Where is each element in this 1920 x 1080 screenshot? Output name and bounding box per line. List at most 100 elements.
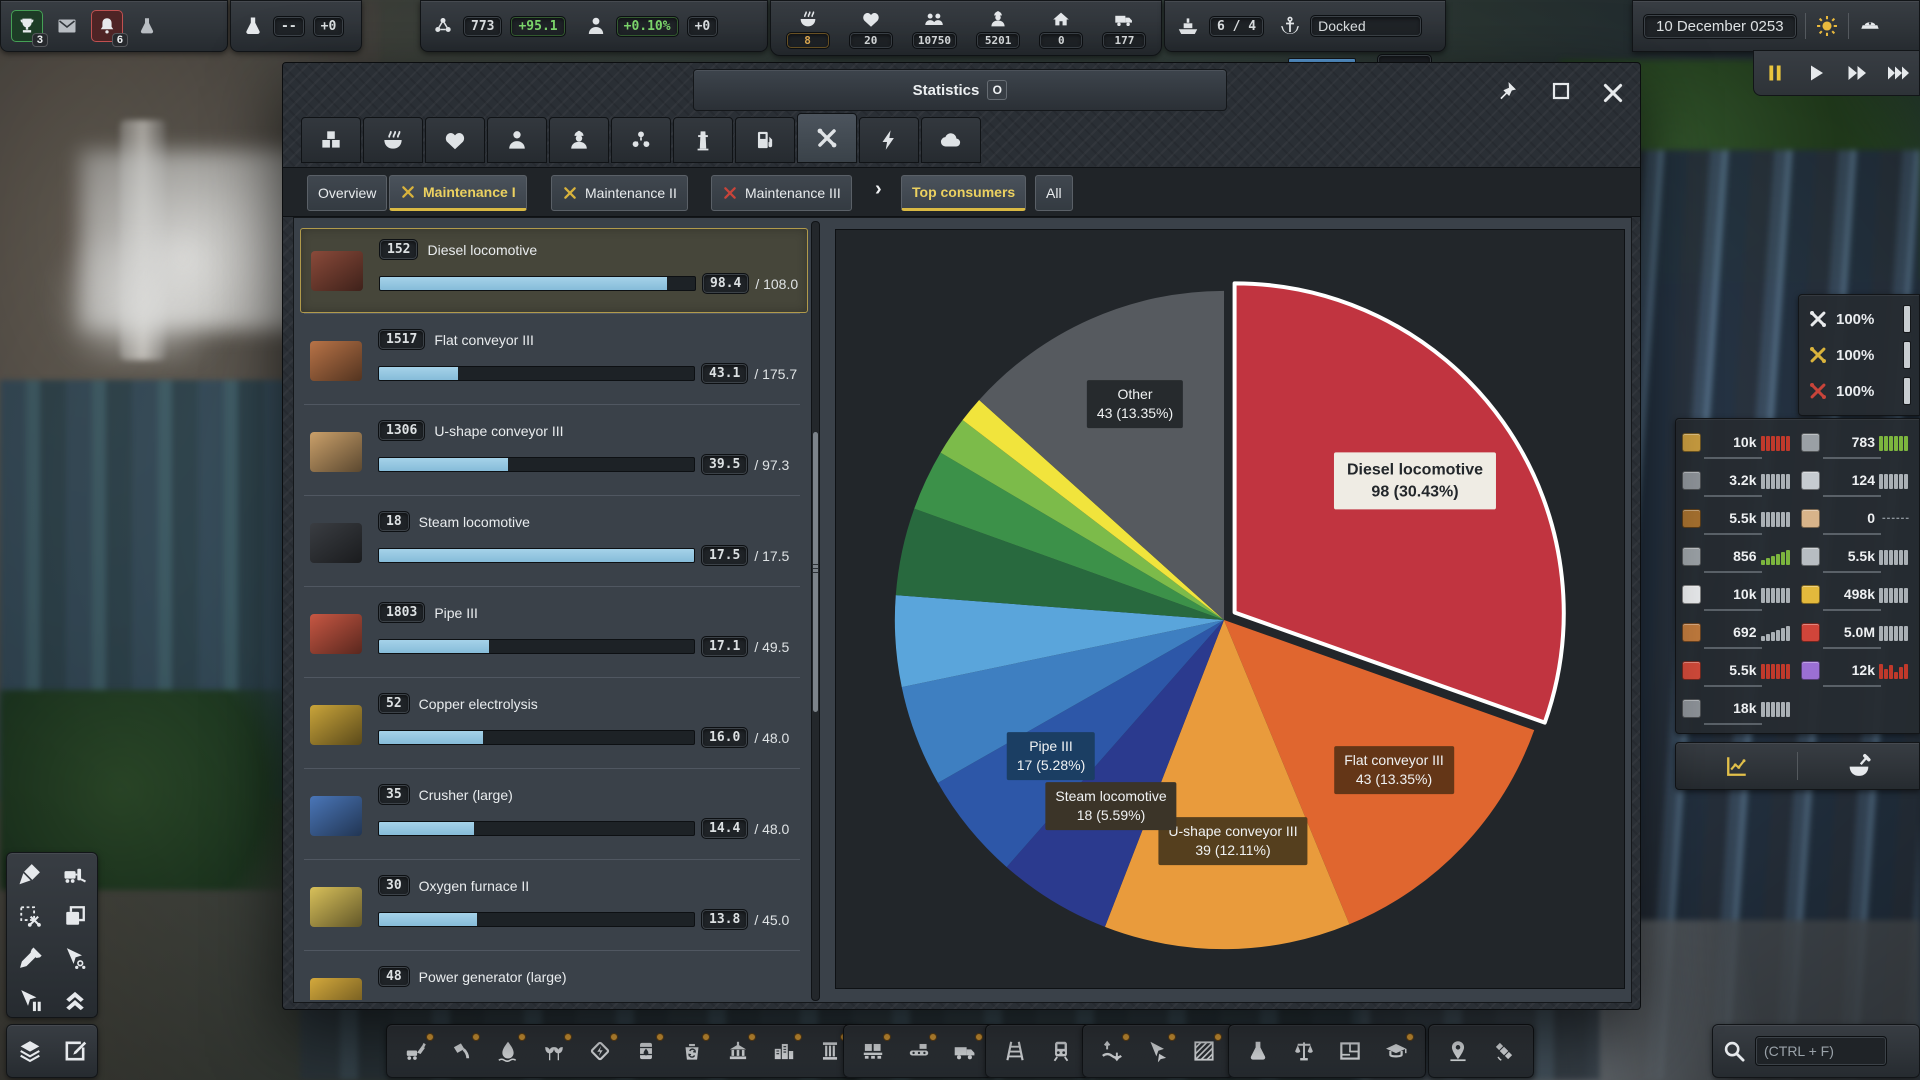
build-button-flask[interactable] [1237, 1030, 1279, 1072]
tool-cut[interactable] [9, 895, 51, 937]
subtab-overview[interactable]: Overview [307, 175, 387, 211]
build-button-blueprint[interactable] [1329, 1030, 1371, 1072]
stats-tab-boxes[interactable] [301, 117, 361, 163]
view-top-consumers[interactable]: Top consumers [901, 175, 1026, 211]
stats-graph-button[interactable] [1676, 743, 1797, 789]
game-date: 10 December 0253 [1643, 14, 1797, 39]
build-button-pallet[interactable] [852, 1030, 894, 1072]
tool-bulldozer[interactable] [54, 853, 96, 895]
build-button-harvester[interactable] [1137, 1030, 1179, 1072]
stats-tab-food[interactable] [363, 117, 423, 163]
tool-edit[interactable] [54, 1030, 96, 1072]
stats-tab-worker[interactable] [549, 117, 609, 163]
list-separator [304, 950, 800, 951]
research-quick-button[interactable] [131, 10, 163, 42]
stock-bars [1879, 586, 1913, 603]
build-button-conveyor[interactable] [898, 1030, 940, 1072]
build-button-water[interactable] [487, 1030, 529, 1072]
pipette-icon [16, 944, 44, 972]
list-scrollbar-thumb[interactable] [813, 432, 818, 712]
build-button-powerd[interactable] [579, 1030, 621, 1072]
pie-label-u-shape-conveyor-iii: U-shape conveyor III39 (12.11%) [1158, 817, 1307, 865]
pie-label-other: Other43 (13.35%) [1087, 380, 1183, 428]
harvester-icon [1145, 1038, 1171, 1064]
rails-icon [1002, 1038, 1028, 1064]
build-button-recycle[interactable] [671, 1030, 713, 1072]
stats-tab-person[interactable] [487, 117, 547, 163]
stats-tab-chimney[interactable] [673, 117, 733, 163]
consumer-row[interactable]: 48 Power generator (large) [300, 956, 808, 1000]
build-button-pour[interactable] [441, 1030, 483, 1072]
play-icon [1804, 61, 1828, 85]
resource-crane-white: 10k [1682, 575, 1795, 613]
tool-cursorpause[interactable] [9, 979, 51, 1021]
pallet-icon [860, 1038, 886, 1064]
build-button-crops[interactable] [533, 1030, 575, 1072]
stats-tab-health[interactable] [425, 117, 485, 163]
new-item-dot [518, 1033, 526, 1041]
tool-upgrade[interactable] [54, 979, 96, 1021]
list-scrollbar[interactable] [811, 221, 820, 1001]
view-all[interactable]: All [1035, 175, 1073, 211]
pause-button[interactable] [1759, 57, 1791, 89]
captain-hat-icon[interactable] [1857, 13, 1883, 39]
stats-tab-pollution[interactable] [611, 117, 671, 163]
stats-tab-fuel[interactable] [735, 117, 795, 163]
copper-planks-icon [1682, 623, 1701, 642]
consumer-row[interactable]: 1306 U-shape conveyor III 39.5 / 97.3 [300, 410, 808, 495]
build-button-excavator[interactable] [395, 1030, 437, 1072]
subtab-maintenance-2[interactable]: Maintenance II [551, 175, 688, 211]
blueprint-icon [1337, 1038, 1363, 1064]
consumer-row[interactable]: 152 Diesel locomotive 98.4 / 108.0 [300, 228, 808, 313]
build-button-cap[interactable] [1375, 1030, 1417, 1072]
tool-layers[interactable] [9, 1030, 51, 1072]
subtab-maintenance-1[interactable]: Maintenance I [389, 175, 527, 211]
resource-concrete-block: 5.5k [1801, 537, 1914, 575]
resource-value: 5.0M [1824, 624, 1876, 640]
consumer-row[interactable]: 1803 Pipe III 17.1 / 49.5 [300, 592, 808, 677]
play-button[interactable] [1800, 57, 1832, 89]
consumer-row[interactable]: 18 Steam locomotive 17.5 / 17.5 [300, 501, 808, 586]
build-button-truck[interactable] [944, 1030, 986, 1072]
recipes-button[interactable] [1798, 743, 1919, 789]
pin-window-button[interactable] [1495, 79, 1519, 103]
consumer-row[interactable]: 35 Crusher (large) 14.4 / 48.0 [300, 774, 808, 859]
bowl-whisk-icon [1845, 752, 1873, 780]
build-button-rails[interactable] [994, 1030, 1036, 1072]
stats-tab-tools[interactable] [797, 113, 857, 163]
maintenance-percent: 100% [1836, 383, 1896, 400]
stats-tab-power[interactable] [859, 117, 919, 163]
subtab-maintenance-3[interactable]: Maintenance III [711, 175, 852, 211]
objectives-button[interactable]: 3 [11, 10, 43, 42]
anchor-icon [1278, 14, 1302, 38]
build-button-train[interactable] [1040, 1030, 1082, 1072]
search-input[interactable] [1755, 1036, 1887, 1066]
build-button-city[interactable] [763, 1030, 805, 1072]
build-button-pattern[interactable] [1183, 1030, 1225, 1072]
tool-selectcfg[interactable] [54, 937, 96, 979]
stats-tab-weather[interactable] [921, 117, 981, 163]
messages-button[interactable] [51, 10, 83, 42]
tool-brush[interactable] [9, 853, 51, 895]
fastest-button[interactable] [1882, 57, 1914, 89]
build-button-satellite[interactable] [1483, 1030, 1525, 1072]
build-button-scales[interactable] [1283, 1030, 1325, 1072]
tool-copy[interactable] [54, 895, 96, 937]
consumer-row[interactable]: 30 Oxygen furnace II 13.8 / 45.0 [300, 865, 808, 950]
build-button-terrain[interactable] [1091, 1030, 1133, 1072]
build-button-barrel[interactable] [625, 1030, 667, 1072]
ship-status: Docked [1310, 15, 1422, 37]
consumer-row[interactable]: 1517 Flat conveyor III 43.1 / 175.7 [300, 319, 808, 404]
maximize-window-button[interactable] [1549, 79, 1573, 103]
tool-pipette[interactable] [9, 937, 51, 979]
close-window-button[interactable] [1599, 79, 1627, 107]
alerts-button[interactable]: 6 [91, 10, 123, 42]
build-button-mappin[interactable] [1437, 1030, 1479, 1072]
window-title-bar[interactable]: Statistics O [693, 69, 1227, 111]
consumer-row[interactable]: 52 Copper electrolysis 16.0 / 48.0 [300, 683, 808, 768]
new-item-dot [656, 1033, 664, 1041]
build-button-capitol[interactable] [717, 1030, 759, 1072]
population-count: 773 [463, 16, 502, 37]
fast-forward-button[interactable] [1841, 57, 1873, 89]
consumer-name: Pipe III [434, 605, 478, 621]
